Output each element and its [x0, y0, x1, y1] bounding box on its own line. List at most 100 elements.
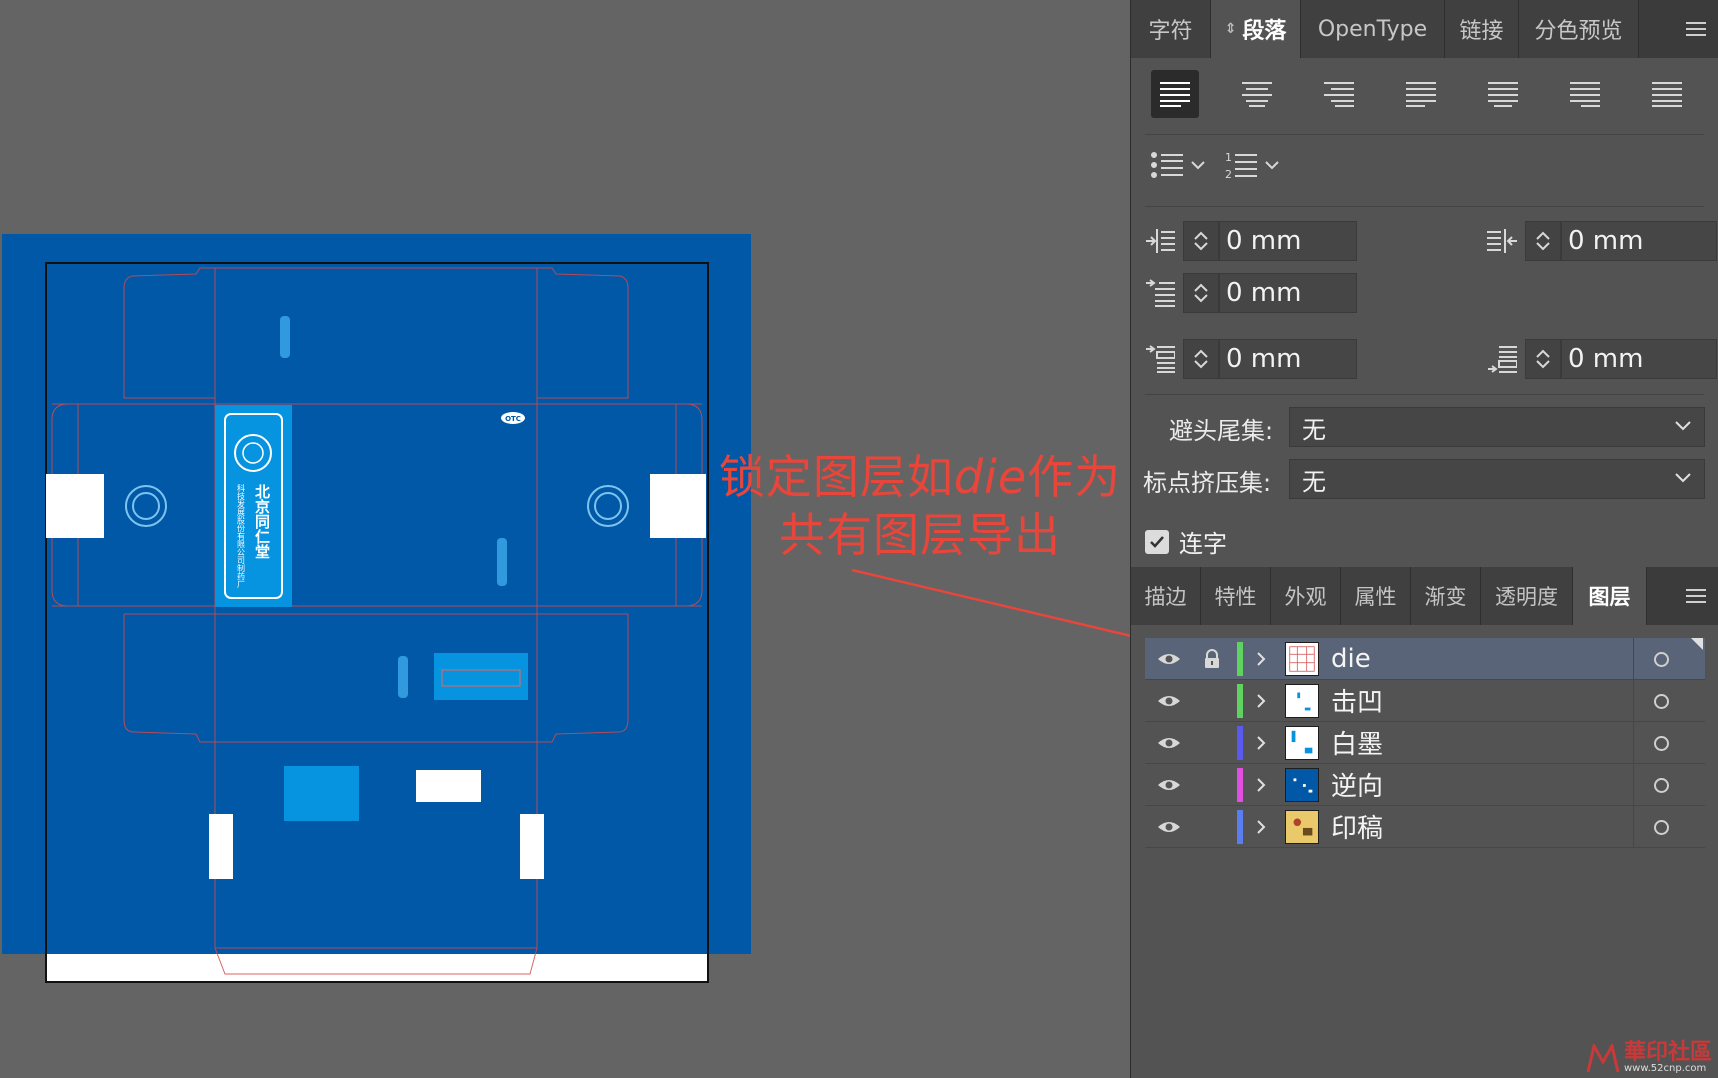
expand-chevron-icon[interactable]: [1243, 651, 1279, 667]
chevron-up-icon: [1194, 349, 1208, 358]
hyphenate-checkbox[interactable]: [1145, 529, 1169, 554]
align-center-button[interactable]: [1233, 70, 1281, 118]
space-after-stepper[interactable]: [1525, 339, 1561, 379]
visibility-eye-icon[interactable]: [1145, 820, 1193, 834]
tab-opentype[interactable]: OpenType: [1301, 0, 1445, 58]
target-circle-icon[interactable]: [1633, 680, 1689, 722]
middle-ornament: [497, 538, 507, 586]
space-before-icon: [1141, 339, 1179, 379]
space-after-icon: [1483, 339, 1521, 379]
layer-thumbnail: [1285, 641, 1319, 676]
blue-swatch-block: [284, 766, 359, 821]
layer-name[interactable]: 逆向: [1331, 766, 1611, 803]
space-before-field: 0 mm: [1141, 339, 1357, 379]
chevron-down-icon: [1194, 360, 1208, 369]
justify-all-button[interactable]: [1643, 70, 1691, 118]
right-indent-field: 0 mm: [1483, 221, 1717, 261]
bleed-background: [2, 234, 751, 954]
paragraph-panel-tabs: 字符 ⇕ 段落 OpenType 链接 分色预览: [1131, 0, 1718, 58]
kinsoku-dropdown[interactable]: 无: [1289, 407, 1705, 447]
tab-links[interactable]: 链接: [1445, 0, 1519, 58]
visibility-eye-icon[interactable]: [1145, 736, 1193, 750]
target-circle-icon[interactable]: [1633, 722, 1689, 764]
space-before-input[interactable]: 0 mm: [1219, 339, 1357, 379]
tab-attributes[interactable]: 特性: [1201, 567, 1271, 625]
right-indent-stepper[interactable]: [1525, 221, 1561, 261]
tab-layers[interactable]: 图层: [1573, 567, 1647, 625]
tab-properties[interactable]: 属性: [1341, 567, 1411, 625]
layer-name[interactable]: die: [1331, 644, 1611, 674]
divider: [1145, 134, 1704, 135]
space-after-input[interactable]: 0 mm: [1561, 339, 1717, 379]
bullet-list-button[interactable]: [1151, 151, 1205, 179]
visibility-eye-icon[interactable]: [1145, 778, 1193, 792]
visibility-eye-icon[interactable]: [1145, 694, 1193, 708]
annotation-line2: 共有图层导出: [779, 508, 1061, 562]
tab-stroke[interactable]: 描边: [1131, 567, 1201, 625]
chevron-down-icon: [1536, 360, 1550, 369]
justify-last-left-button[interactable]: [1397, 70, 1445, 118]
watermark-url: www.52cnp.com: [1623, 1063, 1707, 1074]
align-left-icon: [1160, 82, 1190, 107]
layer-name[interactable]: 击凹: [1331, 682, 1611, 719]
numbered-list-button[interactable]: 12: [1225, 150, 1279, 180]
space-after-field: 0 mm: [1483, 339, 1717, 379]
layer-row-emboss[interactable]: 击凹: [1145, 680, 1705, 722]
numbered-list-icon: 12: [1225, 151, 1257, 180]
otc-label: OTC: [505, 415, 521, 423]
chevron-down-icon: [1675, 421, 1691, 431]
justify-last-center-button[interactable]: [1479, 70, 1527, 118]
right-indent-input[interactable]: 0 mm: [1561, 221, 1717, 261]
mojikumi-label: 标点挤压集:: [1143, 469, 1272, 497]
lock-toggle[interactable]: [1193, 806, 1231, 848]
layers-panel-menu-icon[interactable]: [1673, 567, 1718, 625]
visibility-eye-icon[interactable]: [1145, 652, 1193, 666]
tab-separations-preview[interactable]: 分色预览: [1519, 0, 1639, 58]
right-white-bar: [520, 814, 544, 879]
lock-toggle[interactable]: [1193, 680, 1231, 722]
chevron-up-icon: [1194, 283, 1208, 292]
layer-row-print-proof[interactable]: 印稿: [1145, 806, 1705, 848]
space-before-stepper[interactable]: [1183, 339, 1219, 379]
svg-text:2: 2: [1225, 168, 1232, 180]
chevron-up-icon: [1194, 231, 1208, 240]
tab-appearance[interactable]: 外观: [1271, 567, 1341, 625]
justify-last-right-button[interactable]: [1561, 70, 1609, 118]
target-circle-icon[interactable]: [1633, 806, 1689, 848]
expand-chevron-icon[interactable]: [1243, 819, 1279, 835]
check-icon: [1150, 535, 1164, 548]
layer-row-reverse[interactable]: 逆向: [1145, 764, 1705, 806]
align-right-button[interactable]: [1315, 70, 1363, 118]
tab-transparency[interactable]: 透明度: [1481, 567, 1573, 625]
left-indent-stepper[interactable]: [1183, 221, 1219, 261]
artboard-canvas[interactable]: 北京同仁堂 科技发展股份有限公司制药厂 OTC 锁定图层如die作为 共有图层导…: [0, 0, 1130, 1078]
layer-row-die[interactable]: die: [1145, 638, 1705, 680]
align-center-icon: [1242, 82, 1272, 107]
first-line-indent-input[interactable]: 0 mm: [1219, 273, 1357, 313]
lock-toggle[interactable]: [1193, 764, 1231, 806]
panel-menu-icon[interactable]: [1673, 0, 1718, 58]
lock-toggle[interactable]: [1193, 722, 1231, 764]
align-left-button[interactable]: [1151, 70, 1199, 118]
tab-paragraph[interactable]: ⇕ 段落: [1211, 0, 1301, 58]
target-circle-icon[interactable]: [1633, 638, 1689, 680]
layer-row-white-ink[interactable]: 白墨: [1145, 722, 1705, 764]
lock-icon[interactable]: [1193, 638, 1231, 680]
tab-gradient[interactable]: 渐变: [1411, 567, 1481, 625]
layer-name[interactable]: 印稿: [1331, 808, 1611, 845]
left-white-tab: [46, 474, 104, 538]
justify-last-left-icon: [1406, 82, 1436, 107]
expand-chevron-icon[interactable]: [1243, 735, 1279, 751]
layer-name[interactable]: 白墨: [1331, 724, 1611, 761]
expand-chevron-icon[interactable]: [1243, 693, 1279, 709]
left-indent-input[interactable]: 0 mm: [1219, 221, 1357, 261]
tab-character[interactable]: 字符: [1131, 0, 1211, 58]
first-line-indent-stepper[interactable]: [1183, 273, 1219, 313]
mojikumi-dropdown[interactable]: 无: [1289, 459, 1705, 499]
chevron-down-icon: [1265, 161, 1279, 170]
artboard-bottom-strip: [46, 954, 708, 982]
expand-chevron-icon[interactable]: [1243, 777, 1279, 793]
left-indent-field: 0 mm: [1141, 221, 1357, 261]
right-indent-icon: [1483, 221, 1521, 261]
target-circle-icon[interactable]: [1633, 764, 1689, 806]
